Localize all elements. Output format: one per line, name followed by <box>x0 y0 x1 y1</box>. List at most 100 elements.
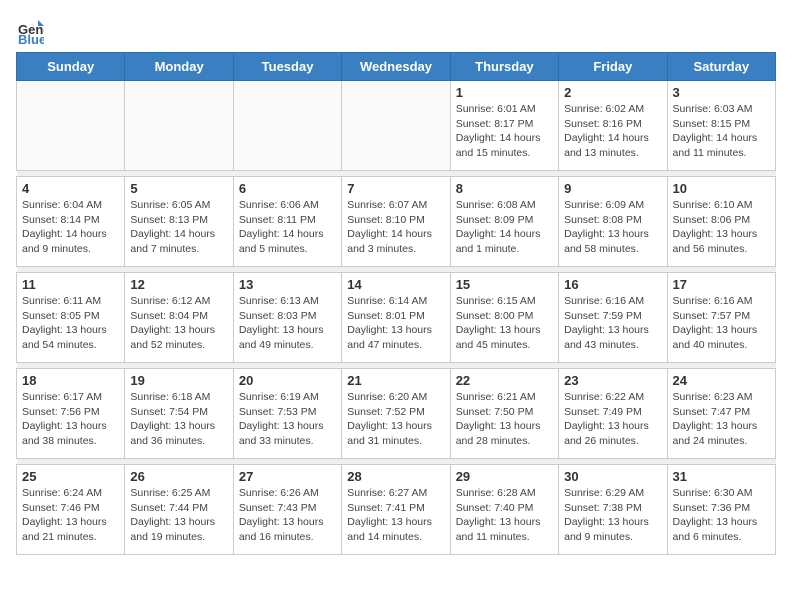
calendar-cell: 30Sunrise: 6:29 AM Sunset: 7:38 PM Dayli… <box>559 465 667 555</box>
day-header-sunday: Sunday <box>17 53 125 81</box>
cell-details: Sunrise: 6:07 AM Sunset: 8:10 PM Dayligh… <box>347 198 444 257</box>
calendar-cell: 10 Sunrise: 6:10 AM Sunset: 8:06 PM Dayli… <box>667 177 775 267</box>
date-number: 22 <box>456 373 553 388</box>
date-number: 24 <box>673 373 770 388</box>
cell-details: Sunrise: 6:14 AM Sunset: 8:01 PM Dayligh… <box>347 294 444 353</box>
calendar-cell: 15 Sunrise: 6:15 AM Sunset: 8:00 PM Dayli… <box>450 273 558 363</box>
day-header-thursday: Thursday <box>450 53 558 81</box>
cell-details: Sunrise: 6:16 AM Sunset: 7:57 PM Dayligh… <box>673 294 770 353</box>
week-row-1: 1Sunrise: 6:01 AM Sunset: 8:17 PM Daylig… <box>17 81 776 171</box>
logo-icon: General Blue <box>16 16 44 44</box>
cell-details: Sunrise: 6:17 AM Sunset: 7:56 PM Dayligh… <box>22 390 119 449</box>
calendar-cell: 28 Sunrise: 6:27 AM Sunset: 7:41 PM Dayli… <box>342 465 450 555</box>
cell-details: Sunrise: 6:20 AM Sunset: 7:52 PM Dayligh… <box>347 390 444 449</box>
calendar-cell <box>233 81 341 171</box>
calendar-cell: 27 Sunrise: 6:26 AM Sunset: 7:43 PM Dayli… <box>233 465 341 555</box>
calendar-cell: 16Sunrise: 6:16 AM Sunset: 7:59 PM Dayli… <box>559 273 667 363</box>
cell-details: Sunrise: 6:27 AM Sunset: 7:41 PM Dayligh… <box>347 486 444 545</box>
date-number: 18 <box>22 373 119 388</box>
calendar-cell: 3 Sunrise: 6:03 AM Sunset: 8:15 PM Daylig… <box>667 81 775 171</box>
calendar-cell: 2 Sunrise: 6:02 AM Sunset: 8:16 PM Daylig… <box>559 81 667 171</box>
day-header-wednesday: Wednesday <box>342 53 450 81</box>
date-number: 21 <box>347 373 444 388</box>
date-number: 10 <box>673 181 770 196</box>
cell-details: Sunrise: 6:26 AM Sunset: 7:43 PM Dayligh… <box>239 486 336 545</box>
cell-details: Sunrise: 6:24 AM Sunset: 7:46 PM Dayligh… <box>22 486 119 545</box>
logo: General Blue <box>16 16 48 44</box>
date-number: 14 <box>347 277 444 292</box>
calendar-cell: 23 Sunrise: 6:22 AM Sunset: 7:49 PM Dayli… <box>559 369 667 459</box>
calendar-cell: 24 Sunrise: 6:23 AM Sunset: 7:47 PM Dayli… <box>667 369 775 459</box>
date-number: 4 <box>22 181 119 196</box>
date-number: 31 <box>673 469 770 484</box>
cell-details: Sunrise: 6:08 AM Sunset: 8:09 PM Dayligh… <box>456 198 553 257</box>
day-header-tuesday: Tuesday <box>233 53 341 81</box>
day-header-friday: Friday <box>559 53 667 81</box>
day-header-saturday: Saturday <box>667 53 775 81</box>
date-number: 15 <box>456 277 553 292</box>
cell-details: Sunrise: 6:18 AM Sunset: 7:54 PM Dayligh… <box>130 390 227 449</box>
cell-details: Sunrise: 6:05 AM Sunset: 8:13 PM Dayligh… <box>130 198 227 257</box>
calendar-cell: 1Sunrise: 6:01 AM Sunset: 8:17 PM Daylig… <box>450 81 558 171</box>
date-number: 3 <box>673 85 770 100</box>
cell-details: Sunrise: 6:10 AM Sunset: 8:06 PM Dayligh… <box>673 198 770 257</box>
date-number: 12 <box>130 277 227 292</box>
cell-details: Sunrise: 6:16 AM Sunset: 7:59 PM Dayligh… <box>564 294 661 353</box>
cell-details: Sunrise: 6:15 AM Sunset: 8:00 PM Dayligh… <box>456 294 553 353</box>
calendar-cell: 20Sunrise: 6:19 AM Sunset: 7:53 PM Dayli… <box>233 369 341 459</box>
calendar-body: 1Sunrise: 6:01 AM Sunset: 8:17 PM Daylig… <box>17 81 776 555</box>
calendar-table: SundayMondayTuesdayWednesdayThursdayFrid… <box>16 52 776 555</box>
cell-details: Sunrise: 6:09 AM Sunset: 8:08 PM Dayligh… <box>564 198 661 257</box>
date-number: 6 <box>239 181 336 196</box>
date-number: 11 <box>22 277 119 292</box>
calendar-cell <box>125 81 233 171</box>
date-number: 8 <box>456 181 553 196</box>
calendar-cell: 26Sunrise: 6:25 AM Sunset: 7:44 PM Dayli… <box>125 465 233 555</box>
calendar-cell: 9 Sunrise: 6:09 AM Sunset: 8:08 PM Daylig… <box>559 177 667 267</box>
date-number: 25 <box>22 469 119 484</box>
calendar-cell: 7 Sunrise: 6:07 AM Sunset: 8:10 PM Daylig… <box>342 177 450 267</box>
cell-details: Sunrise: 6:06 AM Sunset: 8:11 PM Dayligh… <box>239 198 336 257</box>
date-number: 27 <box>239 469 336 484</box>
cell-details: Sunrise: 6:03 AM Sunset: 8:15 PM Dayligh… <box>673 102 770 161</box>
calendar-cell: 14 Sunrise: 6:14 AM Sunset: 8:01 PM Dayli… <box>342 273 450 363</box>
calendar-cell: 11 Sunrise: 6:11 AM Sunset: 8:05 PM Dayli… <box>17 273 125 363</box>
calendar-cell <box>342 81 450 171</box>
cell-details: Sunrise: 6:12 AM Sunset: 8:04 PM Dayligh… <box>130 294 227 353</box>
week-row-4: 18 Sunrise: 6:17 AM Sunset: 7:56 PM Dayli… <box>17 369 776 459</box>
date-number: 17 <box>673 277 770 292</box>
calendar-cell: 8 Sunrise: 6:08 AM Sunset: 8:09 PM Daylig… <box>450 177 558 267</box>
date-number: 7 <box>347 181 444 196</box>
page-header: General Blue <box>16 16 776 44</box>
calendar-cell: 4 Sunrise: 6:04 AM Sunset: 8:14 PM Daylig… <box>17 177 125 267</box>
cell-details: Sunrise: 6:29 AM Sunset: 7:38 PM Dayligh… <box>564 486 661 545</box>
cell-details: Sunrise: 6:11 AM Sunset: 8:05 PM Dayligh… <box>22 294 119 353</box>
week-row-3: 11 Sunrise: 6:11 AM Sunset: 8:05 PM Dayli… <box>17 273 776 363</box>
calendar-cell: 19 Sunrise: 6:18 AM Sunset: 7:54 PM Dayli… <box>125 369 233 459</box>
calendar-cell: 21 Sunrise: 6:20 AM Sunset: 7:52 PM Dayli… <box>342 369 450 459</box>
calendar-cell: 6 Sunrise: 6:06 AM Sunset: 8:11 PM Daylig… <box>233 177 341 267</box>
calendar-cell: 17 Sunrise: 6:16 AM Sunset: 7:57 PM Dayli… <box>667 273 775 363</box>
calendar-header-row: SundayMondayTuesdayWednesdayThursdayFrid… <box>17 53 776 81</box>
cell-details: Sunrise: 6:04 AM Sunset: 8:14 PM Dayligh… <box>22 198 119 257</box>
cell-details: Sunrise: 6:22 AM Sunset: 7:49 PM Dayligh… <box>564 390 661 449</box>
date-number: 2 <box>564 85 661 100</box>
date-number: 9 <box>564 181 661 196</box>
calendar-cell: 25 Sunrise: 6:24 AM Sunset: 7:46 PM Dayli… <box>17 465 125 555</box>
cell-details: Sunrise: 6:01 AM Sunset: 8:17 PM Dayligh… <box>456 102 553 161</box>
cell-details: Sunrise: 6:02 AM Sunset: 8:16 PM Dayligh… <box>564 102 661 161</box>
svg-text:Blue: Blue <box>18 32 44 44</box>
cell-details: Sunrise: 6:23 AM Sunset: 7:47 PM Dayligh… <box>673 390 770 449</box>
date-number: 20 <box>239 373 336 388</box>
date-number: 19 <box>130 373 227 388</box>
cell-details: Sunrise: 6:25 AM Sunset: 7:44 PM Dayligh… <box>130 486 227 545</box>
date-number: 28 <box>347 469 444 484</box>
calendar-cell: 12 Sunrise: 6:12 AM Sunset: 8:04 PM Dayli… <box>125 273 233 363</box>
week-row-5: 25 Sunrise: 6:24 AM Sunset: 7:46 PM Dayli… <box>17 465 776 555</box>
cell-details: Sunrise: 6:28 AM Sunset: 7:40 PM Dayligh… <box>456 486 553 545</box>
date-number: 29 <box>456 469 553 484</box>
date-number: 13 <box>239 277 336 292</box>
date-number: 23 <box>564 373 661 388</box>
calendar-cell <box>17 81 125 171</box>
week-row-2: 4 Sunrise: 6:04 AM Sunset: 8:14 PM Daylig… <box>17 177 776 267</box>
